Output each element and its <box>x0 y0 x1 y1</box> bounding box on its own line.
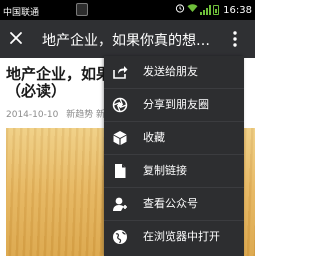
carrier-label: 中国联通 <box>3 8 40 18</box>
wifi-icon <box>187 3 198 17</box>
menu-item-label: 复制链接 <box>143 164 187 177</box>
notification-icon <box>76 3 88 16</box>
article-date: 2014-10-10 <box>6 110 59 120</box>
share-arrow-icon <box>112 64 128 80</box>
close-icon[interactable] <box>6 28 26 48</box>
official-account-icon <box>112 196 128 212</box>
clock: 16:38 <box>223 4 252 16</box>
more-vertical-icon[interactable] <box>228 28 242 50</box>
menu-item-share-moments[interactable]: 分享到朋友圈 <box>104 89 244 121</box>
menu-item-send-to-friend[interactable]: 发送给朋友 <box>104 56 244 88</box>
moments-icon <box>112 97 128 113</box>
copy-link-icon <box>112 163 128 179</box>
overflow-menu: 发送给朋友 分享到朋友圈 收藏 复制链接 查看公众号 在浏览器中打开 <box>104 56 244 256</box>
top-bar: 地产企业，如果你真的想好... <box>0 20 255 58</box>
signal-icon <box>200 5 212 15</box>
favorite-box-icon <box>112 130 128 146</box>
menu-item-label: 在浏览器中打开 <box>143 230 220 243</box>
menu-item-view-official-account[interactable]: 查看公众号 <box>104 188 244 220</box>
page-title: 地产企业，如果你真的想好... <box>42 33 217 49</box>
menu-item-label: 发送给朋友 <box>143 65 198 78</box>
status-bar: 中国联通 16:38 <box>0 0 255 20</box>
menu-item-favorite[interactable]: 收藏 <box>104 122 244 154</box>
menu-item-open-in-browser[interactable]: 在浏览器中打开 <box>104 221 244 253</box>
battery-icon <box>213 5 220 15</box>
article-meta: 2014-10-10 新趋势 新思 <box>6 107 119 120</box>
menu-item-label: 查看公众号 <box>143 197 198 210</box>
browser-globe-icon <box>112 229 128 245</box>
menu-item-label: 收藏 <box>143 131 165 144</box>
alarm-icon <box>175 3 185 17</box>
menu-item-copy-link[interactable]: 复制链接 <box>104 155 244 187</box>
menu-item-label: 分享到朋友圈 <box>143 98 209 111</box>
status-icons: 16:38 <box>175 4 252 16</box>
